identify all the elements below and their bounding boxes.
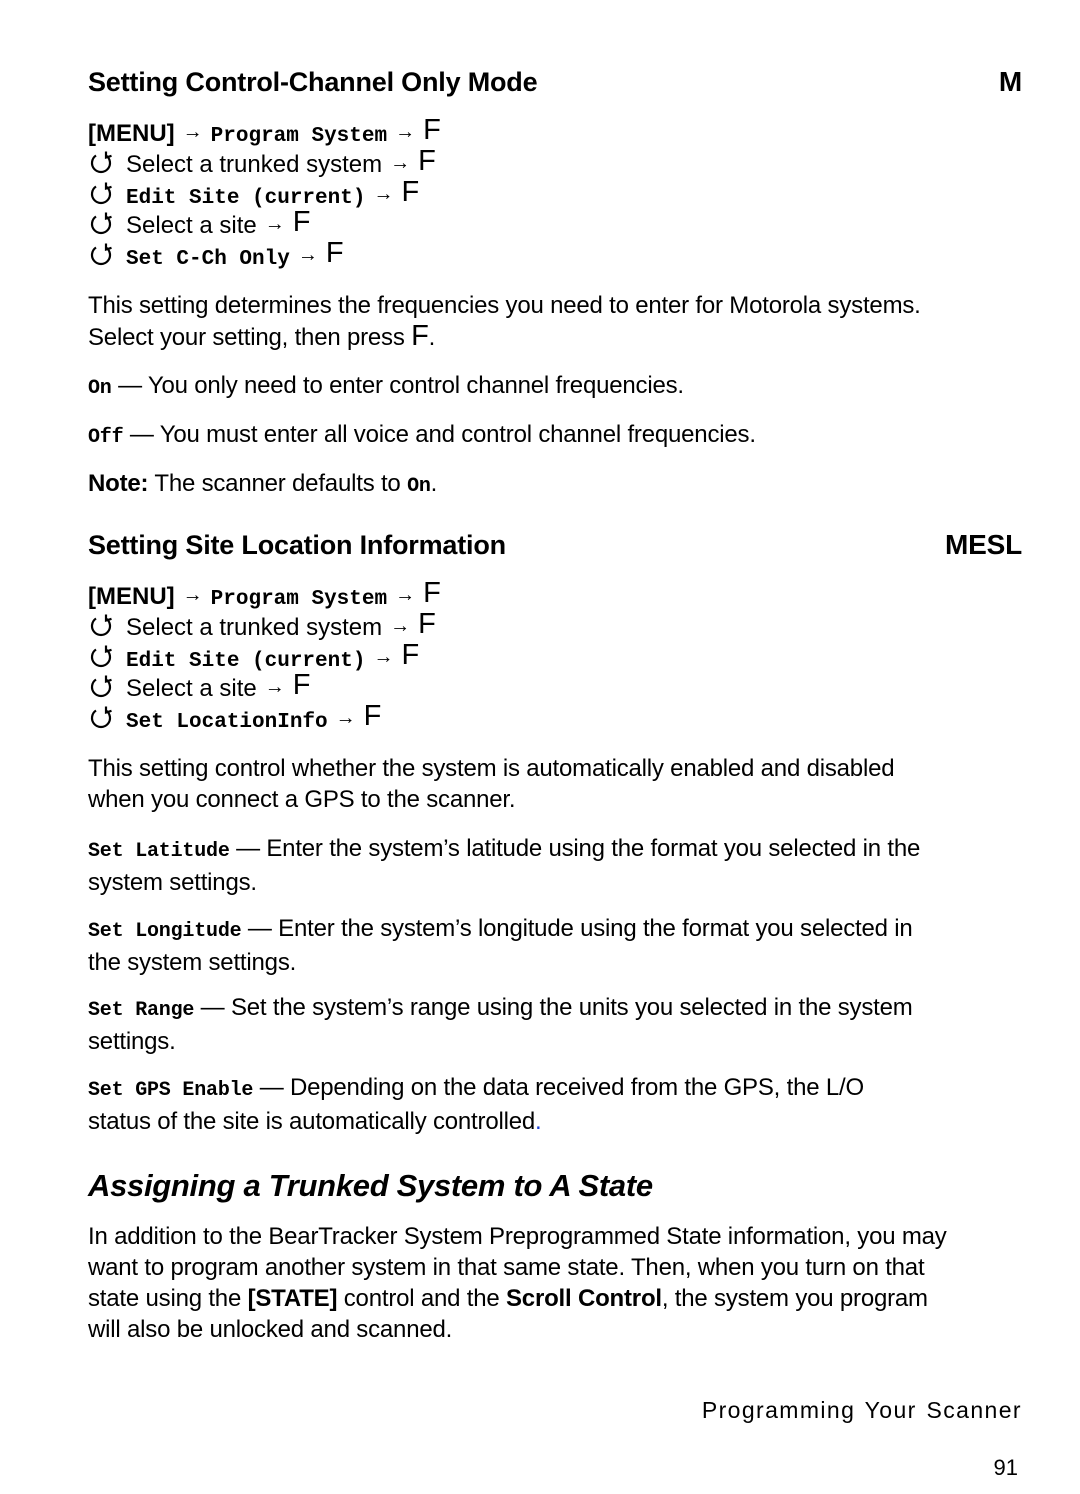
menu-key: [MENU] — [88, 120, 175, 147]
arrow-right-icon: → — [373, 182, 394, 205]
scroll-control-icon — [88, 675, 114, 699]
f-key: F — [363, 700, 382, 733]
step-label: Select a trunked system — [126, 613, 383, 641]
mode-tag: M — [998, 66, 1022, 97]
item-set-range: Set Range — Set the system’s range using… — [88, 994, 913, 1055]
section2-description: This setting control whether the system … — [88, 755, 895, 813]
section-heading-control-channel: Setting Control-Channel Only Mode M — [88, 66, 1022, 98]
scroll-control-icon — [88, 614, 114, 638]
step-label: Select a site — [126, 212, 257, 240]
option-term: On — [88, 377, 112, 400]
footer-chapter-title: Programming Your Scanner — [701, 1397, 1022, 1423]
item-term: Set Longitude — [88, 920, 242, 943]
f-key: F — [418, 607, 436, 640]
scroll-control-icon — [88, 645, 114, 669]
section1-description: This setting determines the frequencies … — [88, 290, 1022, 353]
arrow-right-icon: → — [264, 676, 285, 699]
arrow-right-icon: → — [395, 584, 416, 606]
arrow-right-icon: → — [182, 121, 203, 143]
section3-body: In addition to the BearTracker System Pr… — [88, 1223, 947, 1343]
scroll-control-label: Scroll Control — [506, 1285, 662, 1312]
note-label: Note: — [88, 470, 149, 497]
step-label: Program System — [210, 125, 388, 148]
scroll-control-icon — [88, 182, 114, 206]
section-title: Setting Site Location Information — [88, 530, 506, 560]
menu-key: [MENU] — [88, 583, 175, 610]
step-label: Select a trunked system — [126, 150, 383, 178]
menu-step: Select a trunked system → F — [88, 607, 441, 642]
page-number: 91 — [993, 1455, 1018, 1480]
menu-step: Edit Site (current) → F — [88, 175, 441, 210]
scroll-control-icon — [88, 151, 114, 175]
description-line: Select your setting, then press F. — [88, 320, 436, 352]
mode-tag: MESL — [945, 529, 1022, 560]
arrow-right-icon: → — [395, 121, 416, 143]
arrow-right-icon: → — [182, 584, 203, 606]
item-term: Set Latitude — [88, 840, 230, 863]
item-set-latitude: Set Latitude — Enter the system’s latitu… — [88, 835, 921, 896]
scroll-control-icon — [88, 212, 114, 236]
state-key: [STATE] — [247, 1285, 338, 1312]
description-line: This setting determines the frequencies … — [88, 292, 921, 319]
step-label: Edit Site (current) — [126, 186, 366, 210]
f-key: F — [423, 114, 441, 146]
section-heading-site-location: Setting Site Location Information MESL — [88, 529, 1022, 561]
f-key: F — [401, 175, 420, 208]
menu-step: Select a trunked system → F — [88, 144, 441, 179]
arrow-right-icon: → — [373, 645, 394, 668]
menu-path-control-channel: [MENU] → Program System → F Select a trunked … — [88, 114, 441, 271]
option-on: On — You only need to enter control chan… — [88, 370, 1022, 404]
f-key: F — [292, 206, 311, 239]
item-term: Set GPS Enable — [88, 1079, 254, 1102]
step-label: Set C-Ch Only — [126, 248, 290, 272]
menu-step: Select a site → F — [88, 206, 441, 240]
f-key: F — [292, 669, 311, 702]
menu-path-site-location: [MENU] → Program System → F Select a trunked … — [88, 577, 441, 734]
option-term: Off — [88, 426, 124, 449]
f-key: F — [401, 638, 420, 671]
f-key: F — [418, 144, 436, 177]
step-label: Set LocationInfo — [126, 711, 328, 735]
option-off: Off — You must enter all voice and contr… — [88, 419, 1022, 453]
step-label: Program System — [210, 588, 388, 611]
arrow-right-icon: → — [390, 151, 411, 174]
f-key: F — [411, 320, 429, 352]
menu-step: Set LocationInfo → F — [88, 700, 441, 734]
menu-step: [MENU] → Program System → F — [88, 114, 441, 148]
menu-step: Edit Site (current) → F — [88, 638, 441, 673]
menu-step: [MENU] → Program System → F — [88, 577, 441, 611]
section-title-assign-state: Assigning a Trunked System to A State — [88, 1168, 653, 1203]
step-label: Select a site — [126, 675, 257, 703]
item-set-gps-enable: Set GPS Enable — Depending on the data r… — [88, 1074, 864, 1135]
menu-step: Set C-Ch Only → F — [88, 237, 441, 271]
section-title: Setting Control-Channel Only Mode — [88, 67, 538, 97]
note-value: On — [407, 475, 431, 498]
option-text: — You only need to enter control channel… — [111, 372, 684, 399]
menu-step: Select a site → F — [88, 669, 441, 703]
arrow-right-icon: → — [390, 614, 411, 637]
item-term: Set Range — [88, 999, 195, 1022]
note: Note: The scanner defaults to On. — [88, 470, 438, 498]
arrow-right-icon: → — [264, 213, 285, 236]
arrow-right-icon: → — [335, 707, 356, 730]
scroll-control-icon — [88, 706, 114, 730]
option-text: — You must enter all voice and control c… — [123, 421, 756, 448]
f-key: F — [325, 237, 344, 270]
f-key: F — [423, 577, 441, 609]
arrow-right-icon: → — [297, 244, 318, 267]
scroll-control-icon — [88, 243, 114, 267]
item-set-longitude: Set Longitude — Enter the system’s longi… — [88, 915, 913, 976]
blue-period: . — [535, 1108, 542, 1135]
step-label: Edit Site (current) — [126, 649, 366, 673]
